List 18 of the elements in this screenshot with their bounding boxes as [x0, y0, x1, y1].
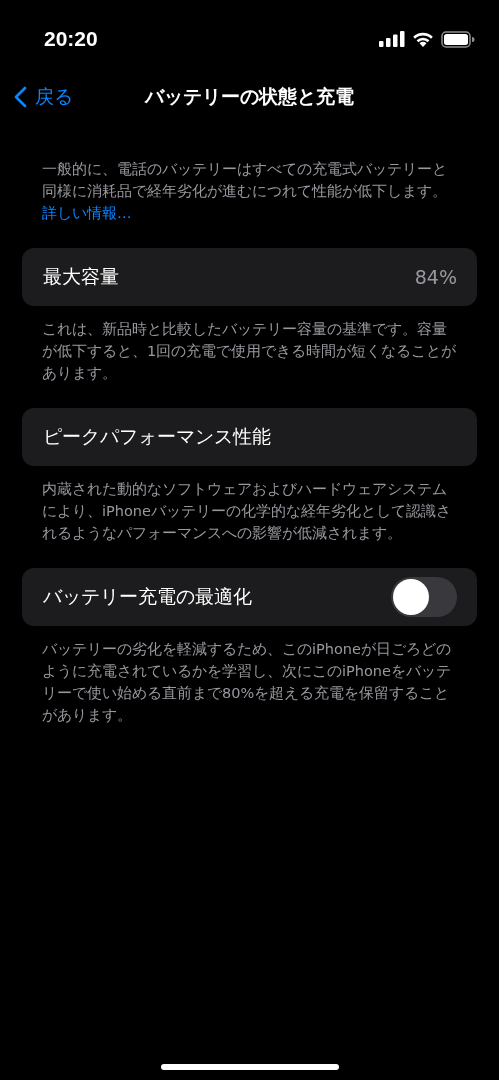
nav-title: バッテリーの状態と充電: [145, 84, 354, 109]
footer-text: これは、新品時と比較したバッテリー容量の基準です。容量が低下すると、1回の充電で使用できる時間が短くなることがあります。: [42, 320, 458, 383]
chevron-left-icon: [14, 86, 27, 108]
row-label: バッテリー充電の最適化: [43, 584, 252, 609]
more-info-link[interactable]: 詳しい情報…: [42, 205, 132, 221]
row-label: ピークパフォーマンス性能: [43, 424, 271, 449]
footer-text: バッテリーの劣化を軽減するため、このiPhoneが日ごろどのように充電されているかを学習し、次にこのiPhoneをバッテリーで使い始める直前まで80%を超える充電を保留することがあります。: [42, 640, 452, 725]
settings-row[interactable]: バッテリー充電の最適化: [22, 568, 477, 626]
intro-text: 一般的に、電話のバッテリーはすべての充電式バッテリーと同様に消耗品で経年劣化が進むにつれて性能が低下します。 詳しい情報…: [42, 160, 448, 223]
row-value: 84%: [414, 266, 457, 288]
status-time: 20:20: [44, 27, 98, 51]
battery-icon: [441, 30, 475, 48]
wifi-icon: [412, 31, 434, 47]
row-label: 最大容量: [43, 264, 119, 289]
footer-text: 内蔵された動的なソフトウェアおよびハードウェアシステムにより、iPhoneバッテリーの化学的な経年劣化として認識されるようなパフォーマンスへの影響が低減されます。: [42, 480, 452, 543]
back-button[interactable]: 戻る: [12, 82, 75, 112]
toggle-switch[interactable]: [391, 577, 457, 617]
signal-icon: [379, 31, 405, 47]
